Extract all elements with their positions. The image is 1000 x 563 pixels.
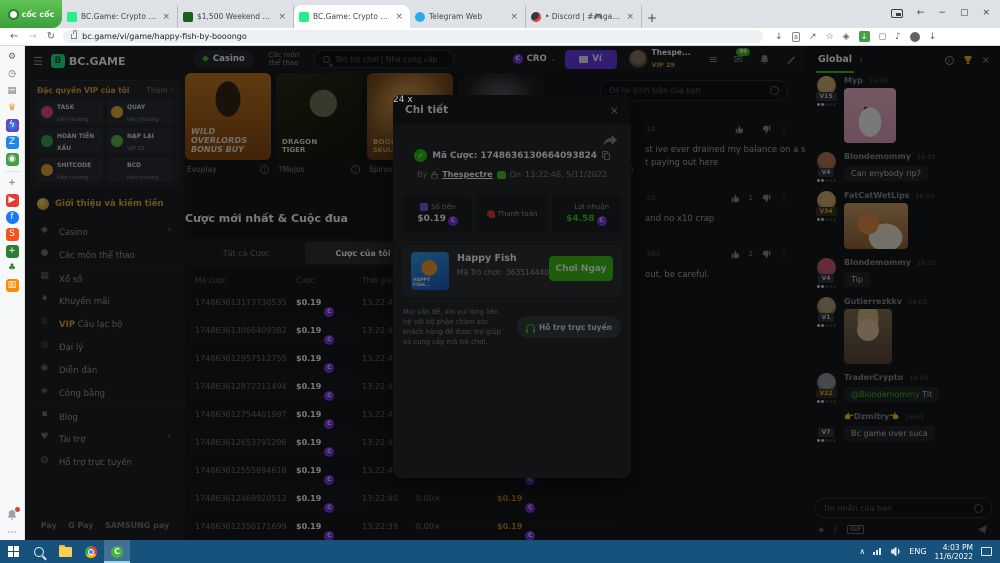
tab-close-icon[interactable]: × [508,12,520,22]
tab-favicon [415,12,425,22]
toolbar-icons: ↓ a ↗ ☆ ◈ ↓ ◻ ♪ ↓ [775,31,936,42]
address-bar[interactable] [63,30,763,43]
bet-stats-row: Số tiền $0.19C Thanh toán 24 xC [393,195,631,233]
maximize-button[interactable]: ▢ [960,8,969,18]
windows-logo-icon [8,546,19,557]
file-explorer-button[interactable] [52,540,78,563]
extensions-icon[interactable]: ◻ [879,32,886,42]
tab-title: $1,500 Weekend Booongo M [197,12,272,21]
start-button[interactable] [0,540,26,563]
tab-favicon [67,12,77,22]
back-button[interactable]: ← [10,31,18,42]
reload-button[interactable]: ↻ [47,31,55,42]
tab-title: BC.Game: Crypto Casino Gam [81,12,156,21]
idm-download-icon[interactable]: ↓ [859,31,870,42]
bookmark-star-icon[interactable]: ☆ [826,32,834,42]
clock-date: 11/6/2022 [935,552,973,561]
browser-tabs: BC.Game: Crypto Casino Gam × $1,500 Week… [62,5,642,28]
url-input[interactable] [82,32,682,41]
chrome-button[interactable] [78,540,104,563]
media-icon[interactable]: ♪ [895,32,901,42]
bet-details-modal: Chi tiết × ✓ Mã Cược: 174863613066409382… [393,95,631,478]
chrome-icon [85,546,97,558]
tab-favicon [299,12,309,22]
cart-icon[interactable]: ▥ [6,279,19,292]
save-page-icon[interactable]: ↓ [775,32,783,42]
browser-toolbar: ← → ↻ ↓ a ↗ ☆ ◈ ↓ ◻ ♪ ↓ [0,28,1000,46]
tab-close-icon[interactable]: × [624,12,636,22]
tree-icon[interactable]: ♣ [6,262,19,275]
downloads-icon[interactable]: ↓ [929,32,937,42]
reading-list-icon[interactable]: ▤ [6,85,19,98]
stat-value: 24 xC [393,95,631,478]
window-controls: ← − ▢ × [891,0,1000,26]
gift-icon[interactable]: + [6,245,19,258]
browser-profile-icon[interactable] [910,32,920,42]
nav-buttons: ← → ↻ [0,31,63,42]
zalo-icon[interactable]: Z [6,136,19,149]
volume-icon[interactable] [891,547,901,556]
system-tray: ∧ ENG 4:03 PM 11/6/2022 [859,543,1000,561]
adblock-shield-icon[interactable]: ◈ [843,32,850,42]
browser-tab[interactable]: $1,500 Weekend Booongo M × [178,5,294,28]
tab-title: Telegram Web [429,12,504,21]
taskbar-clock[interactable]: 4:03 PM 11/6/2022 [935,543,973,561]
screen: cốc cốc BC.Game: Crypto Casino Gam × $1,… [0,0,1000,563]
tab-close-icon[interactable]: × [276,12,288,22]
sidebar-toggle-icon[interactable]: ← [917,8,925,18]
network-icon[interactable] [873,547,883,556]
tab-title: • Discord | #🎮games | BC G [545,12,620,21]
ssl-lock-icon[interactable] [71,34,77,39]
bcgame-page: ☰ B BC.GAME Đặc quyền VIP của tôi Thêm › [25,46,1000,540]
messenger-icon[interactable]: ϟ [6,119,19,132]
history-clock-icon[interactable]: ◷ [6,68,19,81]
tab-favicon [183,12,193,22]
strip-more-icon[interactable]: ⋯ [6,527,19,540]
new-tab-button[interactable]: + [642,8,662,28]
bell-badge-dot [15,507,20,512]
close-window-button[interactable]: × [982,8,990,18]
strip-divider [5,171,20,172]
taskbar-search-button[interactable] [26,540,52,563]
games-gamepad-icon[interactable]: ◉ [6,153,19,166]
share-icon[interactable]: ↗ [809,32,817,42]
tab-close-icon[interactable]: × [393,12,405,22]
translate-icon[interactable]: a [792,32,800,42]
forward-button[interactable]: → [28,31,36,42]
tab-preview-icon[interactable] [891,9,903,18]
vip-crown-icon[interactable]: ♛ [6,102,19,115]
language-indicator[interactable]: ENG [909,547,926,556]
clock-time: 4:03 PM [943,543,973,552]
folder-icon [59,547,72,557]
action-center-icon[interactable] [981,547,992,556]
tray-expand-icon[interactable]: ∧ [859,547,865,556]
tab-favicon [531,12,541,22]
coccoc-logo[interactable]: cốc cốc [0,0,62,28]
browser-tab[interactable]: BC.Game: Crypto Casino Gam × [294,5,410,28]
add-shortcut-icon[interactable]: + [6,177,19,190]
browser-tab[interactable]: Telegram Web × [410,5,526,28]
browser-tab[interactable]: • Discord | #🎮games | BC G × [526,5,642,28]
notification-bell[interactable] [6,509,18,521]
coccoc-brand-label: cốc cốc [22,10,55,19]
youtube-icon[interactable]: ▶ [6,194,19,207]
browser-tab-strip: cốc cốc BC.Game: Crypto Casino Gam × $1,… [0,0,1000,28]
coccoc-taskbar-button[interactable]: C [104,540,130,563]
minimize-button[interactable]: − [938,8,946,18]
search-icon [34,547,44,557]
coccoc-logo-icon [8,9,19,20]
facebook-icon[interactable]: f [6,211,19,224]
tab-title: BC.Game: Crypto Casino Gam [313,12,389,21]
tab-close-icon[interactable]: × [160,12,172,22]
bet-stat-box: Thanh toán 24 xC [477,195,546,233]
windows-taskbar: C ∧ ENG 4:03 PM 11/6/2022 [0,540,1000,563]
browser-tab[interactable]: BC.Game: Crypto Casino Gam × [62,5,178,28]
shopee-icon[interactable]: S [6,228,19,241]
coccoc-icon: C [111,546,123,558]
coccoc-side-strip: ⚙ ◷ ▤ ♛ ϟ Z ◉ + ▶ f S + ♣ ▥ ⋯ [0,46,25,540]
settings-gear-icon[interactable]: ⚙ [6,51,19,64]
